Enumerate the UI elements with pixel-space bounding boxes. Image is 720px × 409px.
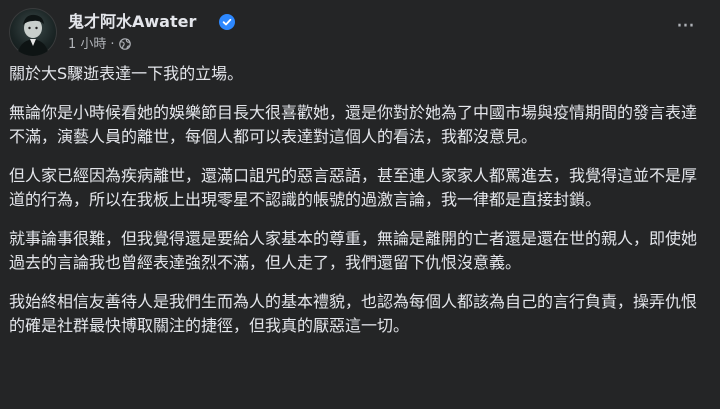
post-header: 鬼才阿水Awater 1 小時 · ··· [9, 8, 711, 56]
meta-separator: · [110, 37, 115, 52]
post-paragraph: 無論你是小時候看她的娛樂節目長大很喜歡她，還是你對於她為了中國市場與疫情期間的發… [9, 103, 698, 146]
facebook-post: 鬼才阿水Awater 1 小時 · ··· 關於大S驟逝表達一下我的立場。 無論你… [0, 0, 720, 409]
post-paragraph: 關於大S驟逝表達一下我的立場。 [9, 64, 244, 83]
author-name[interactable]: 鬼才阿水Awater [68, 12, 196, 32]
post-paragraph: 我始終相信友善待人是我們生而為人的基本禮貌，也認為每個人都該為自己的言行負責，操… [9, 292, 698, 335]
post-body: 關於大S驟逝表達一下我的立場。 無論你是小時候看她的娛樂節目長大很喜歡她，還是你… [9, 62, 709, 353]
post-meta: 1 小時 · [68, 36, 131, 54]
post-paragraph: 但人家已經因為疾病離世，還滿口詛咒的惡言惡語，甚至連人家家人都罵進去，我覺得這並… [9, 166, 698, 209]
avatar-portrait-icon [17, 14, 49, 56]
avatar[interactable] [9, 8, 57, 56]
post-paragraph: 就事論事很難，但我覺得還是要給人家基本的尊重，無論是離開的亡者還是還在世的親人，… [9, 229, 698, 272]
more-options-icon: ··· [676, 14, 695, 39]
globe-icon[interactable] [118, 38, 131, 50]
post-timestamp[interactable]: 1 小時 [68, 37, 106, 52]
more-options-button[interactable]: ··· [667, 14, 703, 50]
verified-badge-icon [219, 14, 235, 30]
